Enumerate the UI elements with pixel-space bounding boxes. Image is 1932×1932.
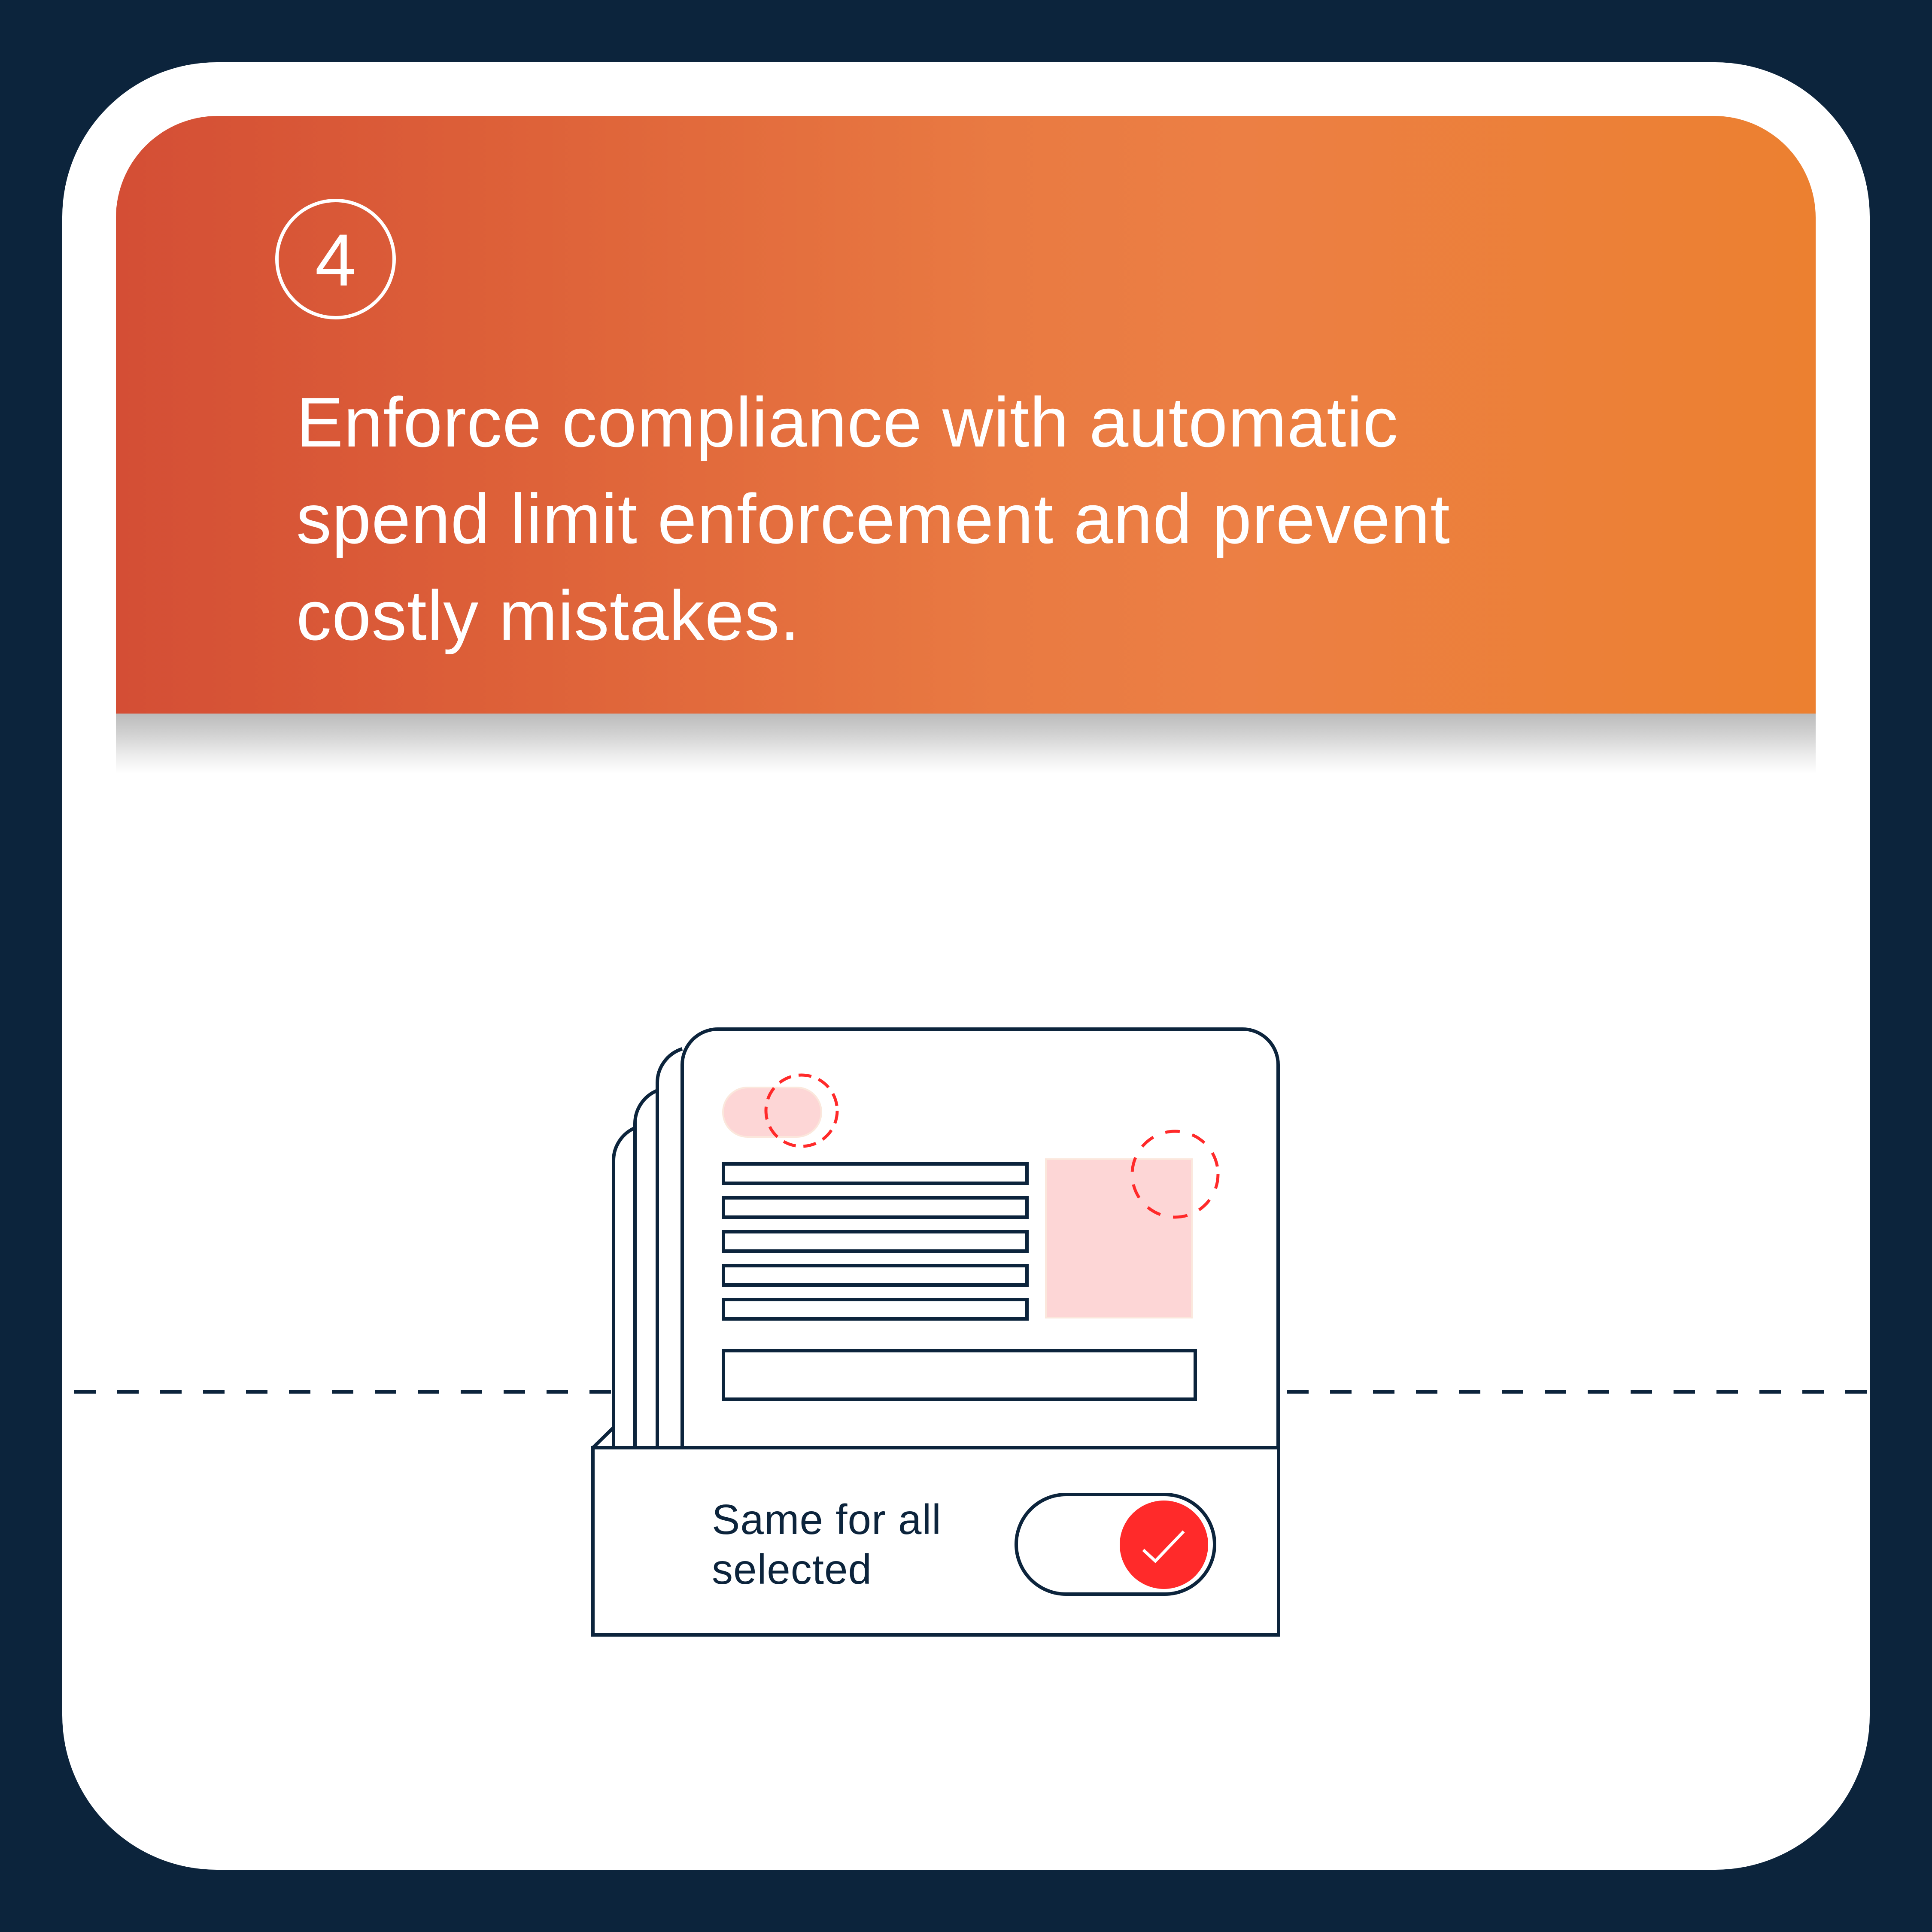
toggle-knob[interactable]	[1120, 1501, 1208, 1589]
form-row-3[interactable]	[722, 1230, 1029, 1253]
form-row-2[interactable]	[722, 1196, 1029, 1219]
toggle-label-line-2: selected	[712, 1546, 872, 1593]
toggle-label-line-1: Same for all	[712, 1496, 942, 1543]
stacked-card-back-2	[633, 1089, 658, 1451]
tray-inner-edge	[592, 1426, 615, 1449]
form-row-5[interactable]	[722, 1298, 1029, 1321]
toggle-label: Same for all selected	[712, 1495, 942, 1594]
form-row-4[interactable]	[722, 1264, 1029, 1287]
stacked-card-back-1	[655, 1047, 683, 1451]
same-for-all-toggle[interactable]	[1015, 1493, 1216, 1596]
infographic-canvas: 4 Enforce compliance with automatic spen…	[0, 0, 1932, 1932]
settings-illustration	[74, 1027, 1867, 1637]
image-placeholder-highlight	[1045, 1158, 1193, 1318]
form-row-1[interactable]	[722, 1162, 1029, 1185]
wide-input-field[interactable]	[722, 1349, 1197, 1401]
stacked-card-back-3	[612, 1126, 636, 1451]
